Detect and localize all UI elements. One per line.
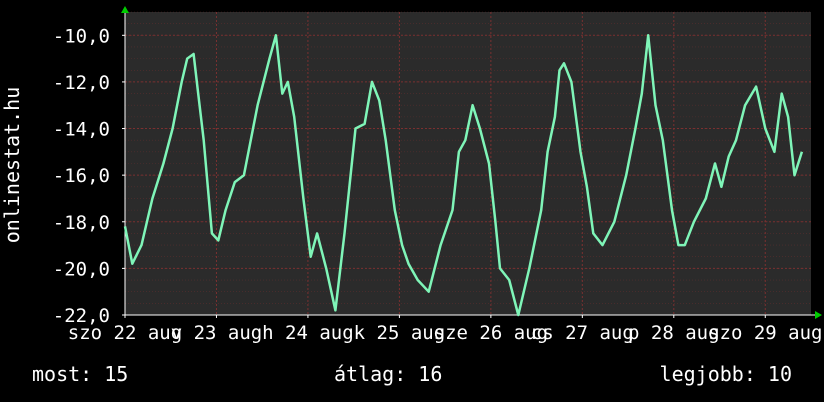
- y-tick-label: -16,0: [53, 165, 110, 187]
- stat-best: legjobb: 10: [659, 362, 792, 386]
- y-tick-label: -14,0: [53, 119, 110, 141]
- x-tick-label: h 24 aug: [262, 322, 354, 344]
- stat-most: most: 15: [32, 362, 129, 386]
- x-tick-label: p 28 aug: [628, 322, 720, 344]
- stat-average: átlag: 16: [334, 362, 443, 386]
- y-tick-label: -18,0: [53, 212, 110, 234]
- y-tick-label: -10,0: [53, 25, 110, 47]
- x-tick-label: szo 29 aug: [708, 322, 822, 344]
- x-tick-label: szo 22 aug: [68, 322, 182, 344]
- y-axis-label: onlinestat.hu: [0, 87, 24, 244]
- y-tick-label: -20,0: [53, 258, 110, 280]
- x-tick-label: k 25 aug: [354, 322, 446, 344]
- x-tick-label: cs 27 aug: [531, 322, 634, 344]
- y-tick-label: -12,0: [53, 72, 110, 94]
- x-tick-label: v 23 aug: [171, 322, 263, 344]
- chart: -22,0-20,0-18,0-16,0-14,0-12,0-10,0 szo …: [0, 0, 824, 402]
